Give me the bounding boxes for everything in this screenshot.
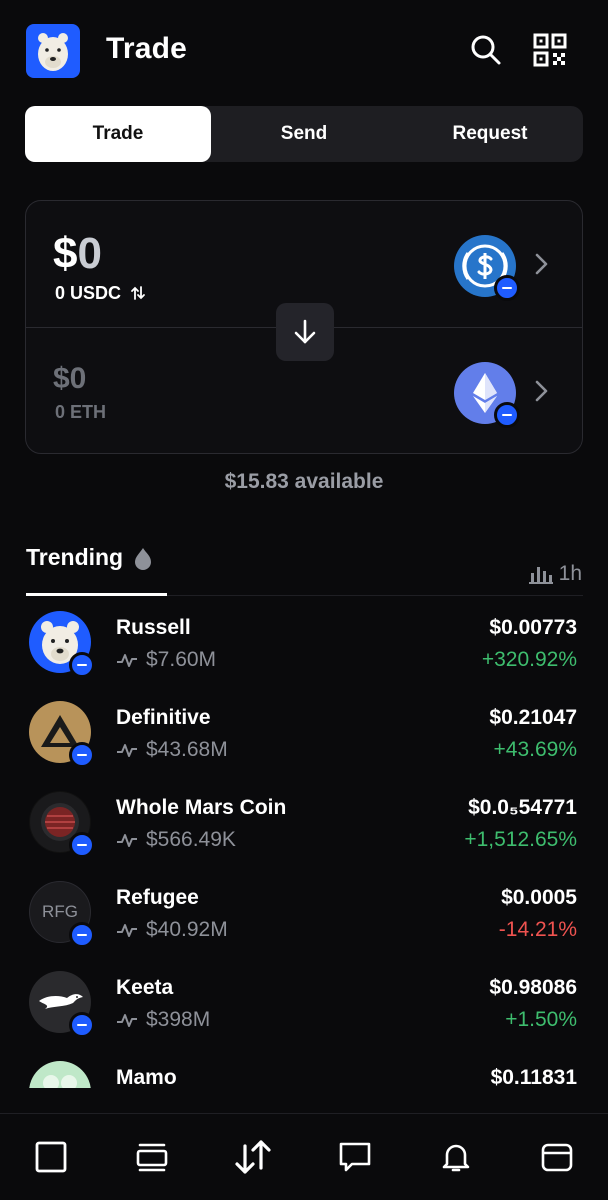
token-price: $0.11831	[490, 1066, 577, 1088]
search-icon	[471, 35, 501, 65]
token-price: $0.0₅54771	[468, 796, 577, 819]
token-avatar-text: RFG	[42, 902, 78, 921]
token-name: Whole Mars Coin	[116, 796, 287, 819]
token-price: $0.0005	[501, 886, 577, 909]
nav-wallet[interactable]	[507, 1114, 608, 1200]
chat-icon	[339, 1142, 370, 1172]
token-name: Russell	[116, 616, 191, 639]
token-change: +43.69%	[493, 738, 578, 761]
remove-token-icon	[69, 742, 95, 768]
from-amount[interactable]: $0	[53, 229, 102, 279]
polar-bear-icon	[38, 33, 68, 71]
available-balance: $15.83 available	[224, 470, 384, 493]
tab-trade[interactable]: Trade	[25, 106, 211, 162]
to-token-amount: 0 ETH	[55, 402, 107, 422]
remove-token-icon	[494, 402, 520, 428]
token-row-definitive[interactable]: Definitive $43.68M $0.21047 +43.69%	[0, 696, 608, 786]
token-market-cap-value: $43.68M	[146, 738, 228, 761]
bar-chart-icon	[528, 567, 553, 584]
search-button[interactable]	[466, 30, 506, 70]
timeframe-label: 1h	[558, 562, 582, 585]
token-change: -14.21%	[498, 918, 577, 941]
token-market-cap-value: $40.92M	[146, 918, 228, 941]
nav-home[interactable]	[0, 1114, 101, 1200]
tab-send[interactable]: Send	[211, 106, 397, 162]
from-amount-value: 0	[77, 229, 102, 278]
token-market-cap: $7.60M	[116, 648, 216, 672]
bell-icon	[442, 1144, 470, 1172]
remove-token-icon	[69, 922, 95, 948]
token-name: Definitive	[116, 706, 211, 729]
square-icon	[35, 1141, 67, 1173]
token-market-cap: $566.49K	[116, 828, 236, 852]
nav-messages[interactable]	[304, 1114, 405, 1200]
remove-token-icon	[69, 652, 95, 678]
remove-token-icon	[69, 1012, 95, 1038]
chevron-right-icon[interactable]	[530, 378, 552, 404]
to-amount: $0	[53, 362, 87, 395]
wallet-icon	[541, 1143, 573, 1172]
nav-notifications[interactable]	[405, 1114, 506, 1200]
token-market-cap-value: $566.49K	[146, 828, 236, 851]
pulse-icon	[117, 744, 137, 757]
token-change: +1,512.65%	[464, 828, 577, 851]
token-row-refugee[interactable]: RFG Refugee $40.92M $0.0005 -14.21%	[0, 876, 608, 966]
from-amount-currency: $	[53, 229, 78, 278]
token-market-cap-value: $398M	[146, 1008, 211, 1031]
token-avatar	[29, 1061, 91, 1088]
token-row-whole-mars-coin[interactable]: Whole Mars Coin $566.49K $0.0₅54771 +1,5…	[0, 786, 608, 876]
app-logo[interactable]	[26, 24, 80, 78]
token-name: Refugee	[116, 886, 199, 909]
token-change: +1.50%	[505, 1008, 577, 1031]
token-market-cap: $40.92M	[116, 918, 228, 942]
pulse-icon	[117, 1014, 137, 1027]
token-price: $0.21047	[489, 706, 577, 729]
token-row-mamo[interactable]: Mamo $0.11831	[0, 1056, 608, 1088]
token-change: +320.92%	[481, 648, 577, 671]
trending-token-list: Russell $7.60M $0.00773 +320.92% Definit…	[0, 606, 608, 1088]
stack-icon	[136, 1143, 168, 1172]
flame-icon	[135, 547, 152, 570]
token-market-cap: $398M	[116, 1008, 210, 1032]
trade-mode-tabs: Trade Send Request	[25, 106, 583, 162]
active-tab-indicator	[26, 593, 167, 596]
from-token-amount[interactable]: 0 USDC	[55, 283, 146, 304]
bottom-nav	[0, 1113, 608, 1200]
timeframe-selector[interactable]: 1h	[528, 562, 582, 586]
eth-token-icon[interactable]	[454, 362, 520, 428]
token-price: $0.00773	[489, 616, 577, 639]
usdc-token-icon[interactable]	[454, 235, 520, 301]
nav-collections[interactable]	[101, 1114, 202, 1200]
token-row-keeta[interactable]: Keeta $398M $0.98086 +1.50%	[0, 966, 608, 1056]
chevron-right-icon[interactable]	[530, 251, 552, 277]
pulse-icon	[117, 654, 137, 667]
trending-label: Trending	[26, 544, 124, 570]
token-name: Keeta	[116, 976, 174, 999]
token-name: Mamo	[116, 1066, 177, 1088]
pulse-icon	[117, 924, 137, 937]
token-market-cap-value: $7.60M	[146, 648, 217, 671]
toggle-units-icon	[131, 286, 145, 300]
qr-code-button[interactable]	[530, 30, 570, 70]
page-title: Trade	[106, 32, 188, 65]
token-row-russell[interactable]: Russell $7.60M $0.00773 +320.92%	[0, 606, 608, 696]
swap-direction-button[interactable]	[276, 303, 334, 361]
header: Trade	[0, 0, 608, 100]
remove-token-icon	[494, 275, 520, 301]
tab-request[interactable]: Request	[397, 106, 583, 162]
nav-trade[interactable]	[203, 1114, 304, 1200]
from-token-amount-text: 0 USDC	[55, 283, 122, 303]
remove-token-icon	[69, 832, 95, 858]
qr-code-icon	[533, 33, 567, 67]
trending-tab[interactable]: Trending	[26, 544, 153, 571]
swap-card: $0 0 USDC $0 0 ETH	[25, 200, 583, 454]
token-market-cap: $43.68M	[116, 738, 228, 762]
swap-arrows-icon	[235, 1140, 271, 1174]
mamo-logo-icon	[43, 1075, 77, 1088]
arrow-down-icon	[294, 319, 316, 344]
token-price: $0.98086	[489, 976, 577, 999]
pulse-icon	[117, 834, 137, 847]
